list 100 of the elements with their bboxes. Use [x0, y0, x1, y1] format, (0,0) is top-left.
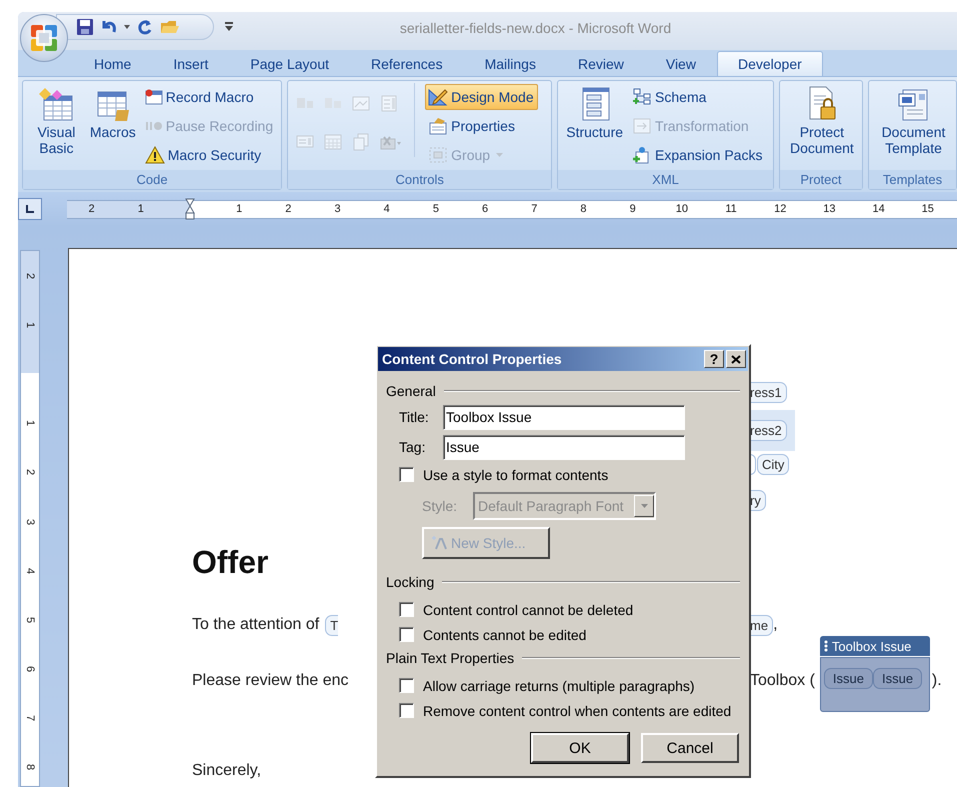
- ruler-number: 13: [823, 202, 836, 216]
- close-icon: [731, 354, 741, 364]
- caret-icon: [640, 504, 648, 508]
- ribbon-tab[interactable]: Page Layout: [229, 51, 350, 76]
- ribbon-button[interactable]: Protect Document: [786, 83, 858, 159]
- ruler-number: 1: [24, 420, 36, 426]
- ribbon-button[interactable]: Design Mode: [425, 84, 538, 110]
- checkbox[interactable]: [399, 627, 414, 642]
- document-text: Toolbox (: [750, 672, 815, 690]
- field-tag[interactable]: ress2: [750, 420, 787, 441]
- field-tag[interactable]: me: [750, 614, 774, 636]
- ruler-number: 12: [774, 202, 786, 216]
- ribbon-button[interactable]: Structure: [564, 83, 626, 143]
- group-icon: [428, 146, 448, 164]
- ribbon-button[interactable]: Properties: [425, 113, 538, 139]
- tree-icon: [632, 88, 652, 106]
- ruler-number: 10: [676, 202, 688, 216]
- tab-stop-button[interactable]: [18, 198, 42, 220]
- ribbon-button[interactable]: Document Template: [874, 83, 952, 159]
- dialog-button[interactable]: OK: [531, 733, 629, 763]
- document-text: To the attention of: [192, 616, 320, 634]
- ribbon-button[interactable]: Visual Basic: [29, 83, 84, 159]
- indent-marker-icon: [184, 198, 195, 220]
- section-heading: Locking: [386, 574, 434, 590]
- office-logo-icon: [29, 23, 59, 53]
- checkbox[interactable]: [399, 678, 414, 693]
- ruler-number: 8: [580, 202, 587, 216]
- record-icon: [144, 89, 163, 105]
- dialog-button[interactable]: Cancel: [641, 733, 739, 763]
- document-text: ,: [773, 616, 778, 634]
- style-icon: [430, 535, 448, 551]
- field-tag[interactable]: Issue: [873, 668, 922, 689]
- ruler-number: 1: [24, 322, 36, 328]
- caret-icon: [124, 25, 130, 29]
- ruler-number: 5: [432, 202, 439, 216]
- field-tag[interactable]: ress1: [750, 382, 787, 402]
- customize-button[interactable]: [224, 19, 234, 33]
- field-tag[interactable]: T: [325, 614, 338, 636]
- document-text: ).: [932, 672, 942, 690]
- field-tag[interactable]: ry: [750, 490, 766, 510]
- ruler-number: 2: [285, 202, 292, 216]
- warning-icon: [144, 146, 165, 164]
- ruler-number: 15: [922, 202, 934, 216]
- ruler-number: 3: [24, 518, 36, 525]
- tab-stop-icon: [25, 204, 35, 214]
- checkbox-label: Content control cannot be deleted: [423, 602, 634, 618]
- ribbon-tab[interactable]: Insert: [152, 51, 230, 76]
- ribbon-tab[interactable]: References: [350, 51, 464, 76]
- group-label: Templates: [868, 170, 956, 189]
- ribbon-button[interactable]: Schema: [629, 84, 766, 110]
- field-label: Style:: [422, 498, 458, 514]
- ribbon-tab[interactable]: Developer: [716, 51, 823, 76]
- properties-icon: [428, 117, 448, 135]
- group-label: Controls: [288, 170, 552, 189]
- ribbon-button[interactable]: Macros: [88, 83, 138, 143]
- ribbon-button[interactable]: Expansion Packs: [629, 142, 766, 168]
- ribbon-tab[interactable]: Review: [556, 51, 645, 76]
- ruler-number: 6: [24, 666, 36, 672]
- content-control-title[interactable]: Toolbox Issue: [820, 636, 930, 656]
- field-label: Tag:: [399, 439, 426, 455]
- ruler-number: 6: [482, 202, 488, 216]
- ruler-pencil-icon: [428, 88, 448, 106]
- section-heading: General: [386, 383, 436, 399]
- dialog-title: Content Control Properties: [382, 351, 563, 367]
- text-field[interactable]: Toolbox Issue: [443, 404, 685, 430]
- window-title: serialletter-fields-new.docx - Microsoft Word: [398, 20, 672, 36]
- ribbon-button[interactable]: Record Macro: [142, 84, 278, 110]
- save-icon: [76, 18, 94, 36]
- checkbox-label: Remove content control when contents are edited: [423, 702, 732, 718]
- ruler-number: 7: [24, 715, 36, 722]
- save-button[interactable]: [75, 16, 95, 38]
- checkbox[interactable]: [399, 602, 414, 617]
- ruler-number: 2: [88, 202, 95, 216]
- help-button[interactable]: ?: [704, 350, 724, 368]
- document-text: Please review the enc: [192, 672, 349, 690]
- checkbox[interactable]: [399, 703, 414, 718]
- close-button[interactable]: [726, 350, 746, 368]
- ribbon-tab[interactable]: View: [644, 51, 717, 76]
- ruler-number: 11: [725, 202, 737, 216]
- customize-icon: [225, 22, 233, 30]
- field-tag[interactable]: Issue: [824, 668, 873, 689]
- ribbon-tab[interactable]: Home: [73, 51, 152, 76]
- ruler-number: 9: [630, 202, 636, 216]
- ruler-number: 2: [24, 272, 36, 279]
- checkbox[interactable]: [399, 467, 414, 482]
- ruler-number: 2: [24, 469, 36, 476]
- field-label: Title:: [399, 409, 430, 425]
- content-control[interactable]: Issue Issue: [820, 657, 930, 712]
- ruler-number: 4: [384, 202, 390, 216]
- text-field[interactable]: Issue: [443, 434, 685, 460]
- folder-icon: [160, 18, 180, 36]
- field-tag[interactable]: City: [757, 454, 790, 474]
- ribbon-button[interactable]: Macro Security: [142, 142, 278, 168]
- document-heading: Offer: [192, 544, 268, 580]
- ribbon-tab[interactable]: Mailings: [464, 51, 557, 76]
- group-label: XML: [558, 170, 773, 189]
- redo-icon: [136, 18, 154, 36]
- section-heading: Plain Text Properties: [386, 650, 514, 666]
- ruler-number: 14: [872, 202, 885, 216]
- transform-icon: [632, 117, 652, 135]
